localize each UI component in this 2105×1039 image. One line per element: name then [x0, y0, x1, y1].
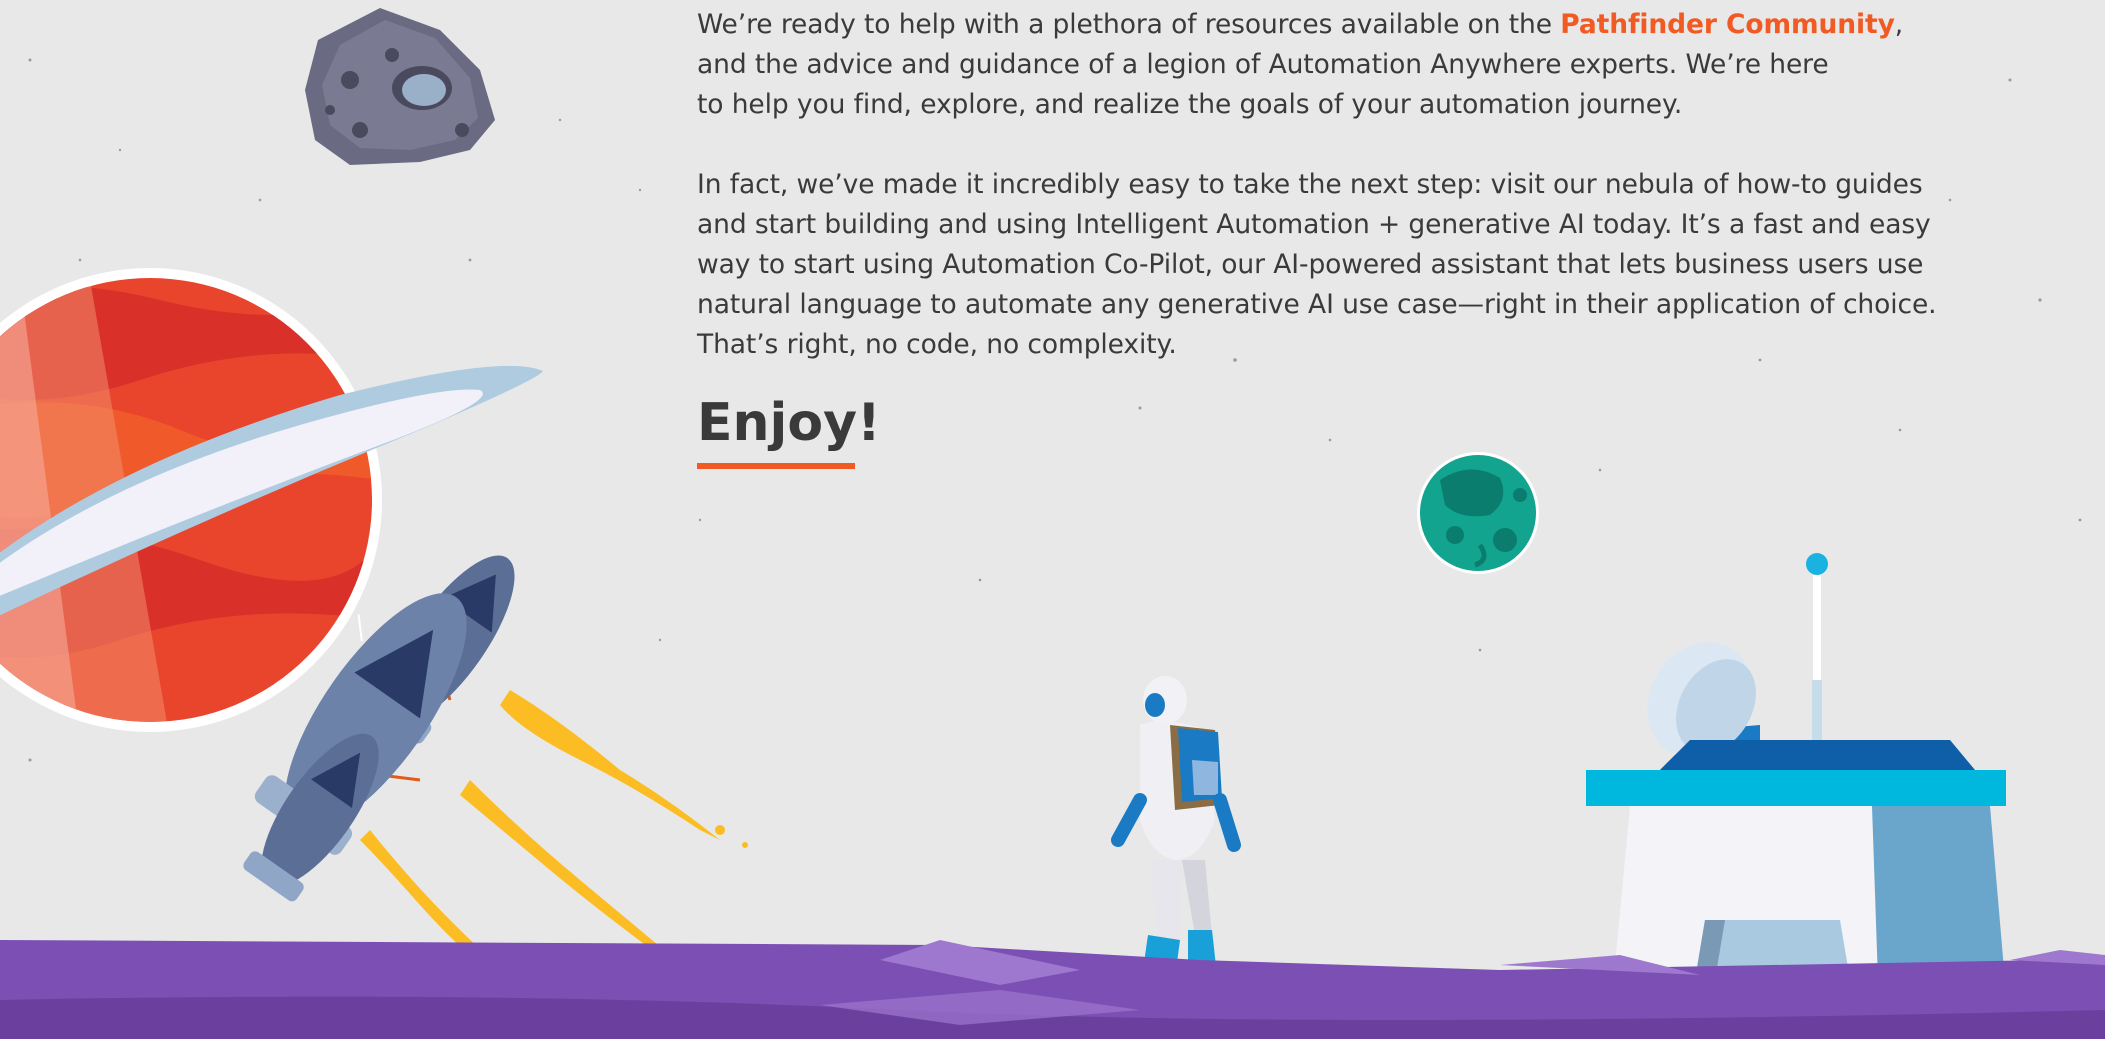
- intro-lead-text: We’re ready to help with a plethora of r…: [697, 9, 1561, 40]
- asteroid-icon: [305, 8, 495, 165]
- astronaut-icon: [1111, 676, 1241, 1002]
- green-planet-icon: [1417, 452, 1539, 574]
- page: We’re ready to help with a plethora of r…: [0, 0, 2105, 1039]
- main-copy: We’re ready to help with a plethora of r…: [697, 0, 1987, 469]
- next-step-paragraph: In fact, we’ve made it incredibly easy t…: [697, 169, 1937, 360]
- heading-underline: [697, 463, 855, 469]
- enjoy-heading: Enjoy!: [697, 393, 881, 453]
- intro-paragraph: We’re ready to help with a plethora of r…: [697, 5, 1987, 125]
- pathfinder-community-link[interactable]: Pathfinder Community: [1560, 9, 1895, 40]
